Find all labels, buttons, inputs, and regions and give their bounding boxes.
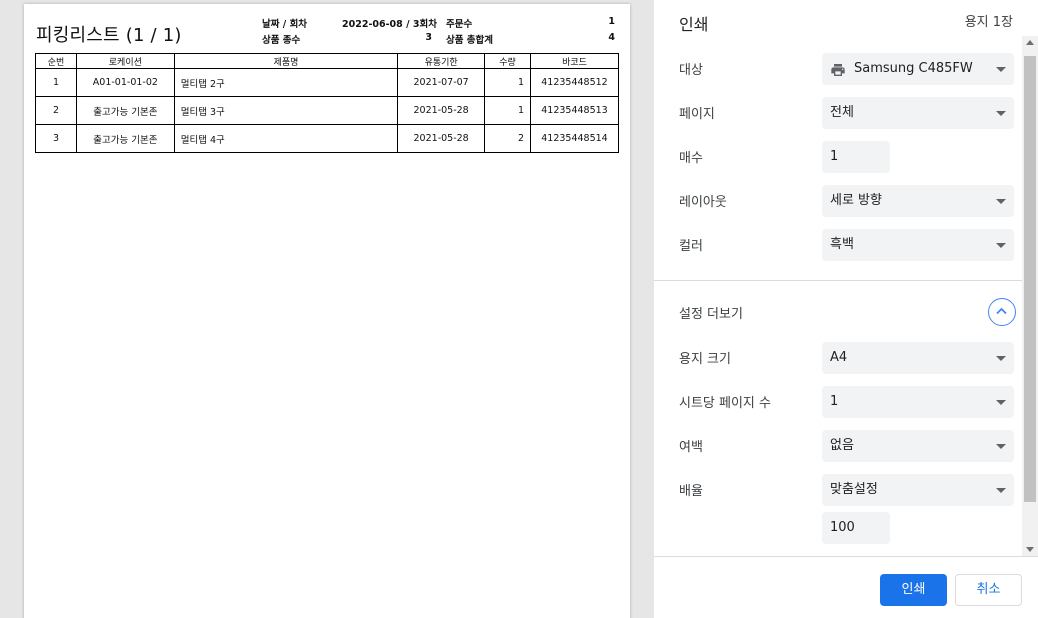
chevron-down-icon [996,444,1006,449]
pages-label: 페이지 [679,107,715,122]
pages-per-sheet-value: 1 [830,394,839,409]
table-row: 1 A01-01-01-02 멀티탭 2구 2021-07-07 1 41235… [35,68,620,97]
margins-select[interactable]: 없음 [822,430,1014,462]
margins-value: 없음 [830,438,854,453]
footer-divider [654,556,1038,557]
table-header-row: 순번 로케이션 제품명 유통기한 수량 바코드 [35,53,620,69]
copies-input[interactable]: 1 [822,141,890,173]
picking-table: 순번 로케이션 제품명 유통기한 수량 바코드 1 A01-01-01-02 멀… [35,53,620,153]
scale-select[interactable]: 맞춤설정 [822,474,1014,506]
table-row: 3 출고가능 기본존 멀티탭 4구 2021-05-28 2 412354485… [35,124,620,153]
section-divider [654,280,1022,281]
chevron-down-icon [996,488,1006,493]
table-row: 2 출고가능 기본존 멀티탭 3구 2021-05-28 1 412354485… [35,96,620,125]
chevron-down-icon [996,243,1006,248]
cell-barcode: 41235448514 [529,124,620,153]
chevron-up-icon [996,307,1007,315]
meta-order-label: 주문수 [446,19,473,30]
color-value: 흑백 [830,237,854,252]
column-header-qty: 수량 [484,53,531,69]
meta-product-total-label: 상품 총합계 [446,35,494,46]
meta-product-kinds-label: 상품 종수 [262,35,301,46]
paper-size-label: 용지 크기 [679,352,731,367]
column-header-seq: 순번 [35,53,77,69]
margins-label: 여백 [679,440,703,455]
layout-select[interactable]: 세로 방향 [822,185,1014,217]
column-header-location: 로케이션 [75,53,175,69]
collapse-more-settings-button[interactable] [988,298,1016,326]
meta-product-kinds-value: 3 [425,32,432,43]
cell-product: 멀티탭 3구 [173,96,399,125]
meta-order-value: 1 [608,16,615,27]
printer-icon [830,59,846,76]
print-button[interactable]: 인쇄 [880,574,947,606]
pages-select[interactable]: 전체 [822,97,1014,129]
column-header-barcode: 바코드 [529,53,620,69]
settings-list: 대상 Samsung C485FW 페이지 전체 매수 1 레이아웃 세로 방향… [654,36,1022,556]
meta-date-value: 2022-06-08 / 3회차 [342,19,437,30]
chevron-down-icon [996,400,1006,405]
layout-value: 세로 방향 [830,193,882,208]
cell-seq: 1 [35,68,77,97]
print-settings-panel: 인쇄 용지 1장 대상 Samsung C485FW 페이지 전체 매수 1 레… [654,0,1038,618]
cell-qty: 1 [484,96,531,125]
color-select[interactable]: 흑백 [822,229,1014,261]
pages-value: 전체 [830,105,854,120]
settings-scrollbar[interactable] [1022,36,1038,556]
destination-value: Samsung C485FW [854,61,973,76]
cell-barcode: 41235448512 [529,68,620,97]
paper-size-value: A4 [830,350,848,365]
scale-value: 맞춤설정 [830,482,878,497]
pages-per-sheet-label: 시트당 페이지 수 [679,396,771,411]
cell-qty: 2 [484,124,531,153]
scroll-thumb[interactable] [1024,56,1036,502]
scale-label: 배율 [679,484,703,499]
cell-expiry: 2021-05-28 [397,124,486,153]
destination-label: 대상 [679,63,703,78]
column-header-expiry: 유통기한 [397,53,486,69]
scale-amount-input[interactable]: 100 [822,512,890,544]
cell-location: 출고가능 기본존 [75,124,175,153]
scroll-down-arrow-icon[interactable] [1026,547,1034,552]
cell-qty: 1 [484,68,531,97]
cell-seq: 2 [35,96,77,125]
cell-location: 출고가능 기본존 [75,96,175,125]
chevron-down-icon [996,111,1006,116]
more-settings-label[interactable]: 설정 더보기 [679,303,743,322]
cell-barcode: 41235448513 [529,96,620,125]
print-preview-area: 피킹리스트 (1 / 1) 날짜 / 회차 2022-06-08 / 3회차 주… [0,0,654,618]
scroll-up-arrow-icon[interactable] [1026,40,1034,45]
document-title: 피킹리스트 (1 / 1) [36,25,182,46]
destination-select[interactable]: Samsung C485FW [822,53,1014,85]
meta-date-label: 날짜 / 회차 [262,19,308,30]
column-header-product: 제품명 [173,53,399,69]
layout-label: 레이아웃 [679,195,727,210]
cell-expiry: 2021-05-28 [397,96,486,125]
cell-location: A01-01-01-02 [75,68,175,97]
cell-expiry: 2021-07-07 [397,68,486,97]
chevron-down-icon [996,199,1006,204]
sheet-count: 용지 1장 [964,15,1013,30]
cell-seq: 3 [35,124,77,153]
copies-label: 매수 [679,151,703,166]
chevron-down-icon [996,67,1006,72]
meta-product-total-value: 4 [608,32,615,43]
preview-page: 피킹리스트 (1 / 1) 날짜 / 회차 2022-06-08 / 3회차 주… [24,4,630,618]
paper-size-select[interactable]: A4 [822,342,1014,374]
chevron-down-icon [996,356,1006,361]
cancel-button[interactable]: 취소 [955,574,1022,606]
cell-product: 멀티탭 2구 [173,68,399,97]
panel-title: 인쇄 [679,15,709,34]
cell-product: 멀티탭 4구 [173,124,399,153]
pages-per-sheet-select[interactable]: 1 [822,386,1014,418]
color-label: 컬러 [679,239,703,254]
